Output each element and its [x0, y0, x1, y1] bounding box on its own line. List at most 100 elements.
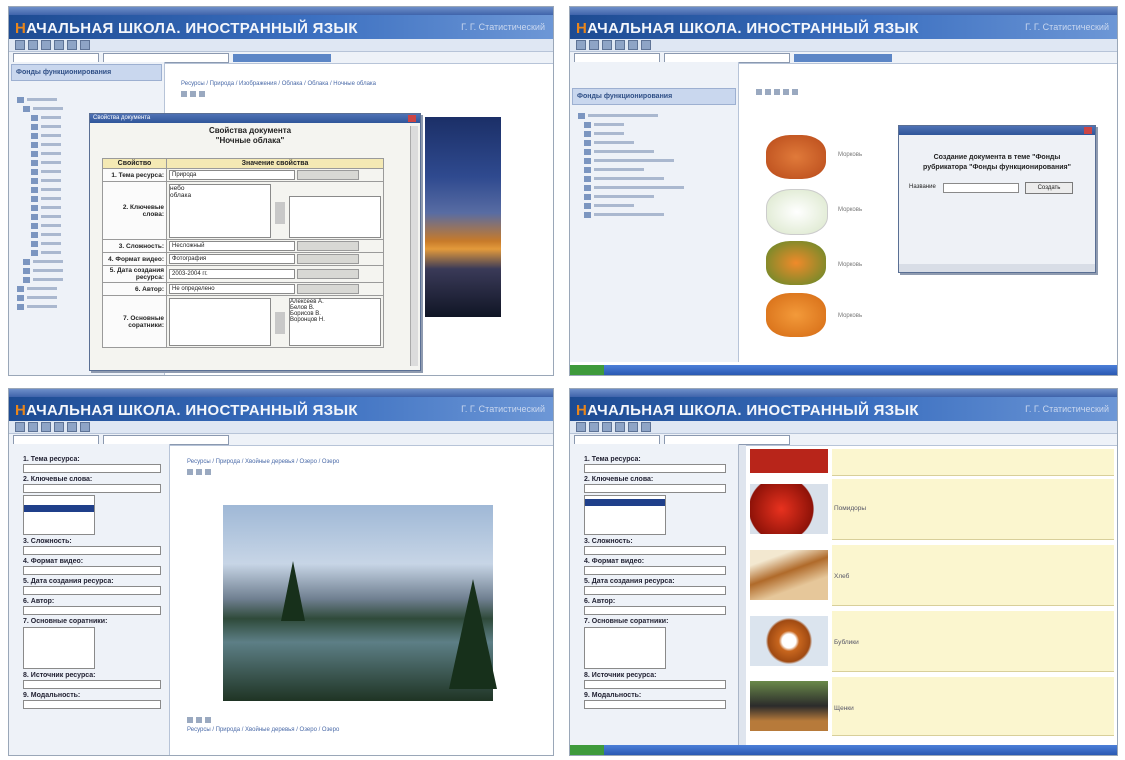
form-select[interactable] — [584, 464, 726, 473]
catalog-select[interactable] — [13, 52, 99, 63]
list-row[interactable] — [832, 611, 1114, 672]
list-row[interactable] — [832, 479, 1114, 540]
move-arrow-icon[interactable] — [275, 311, 285, 334]
list-item[interactable]: небо — [170, 185, 270, 192]
close-icon[interactable] — [408, 115, 416, 122]
back-icon[interactable] — [576, 40, 586, 50]
form-select[interactable] — [584, 680, 726, 689]
title-input[interactable] — [943, 183, 1019, 193]
info-icon[interactable] — [205, 469, 211, 475]
catalog-select[interactable] — [13, 434, 99, 445]
forward-icon[interactable] — [28, 422, 38, 432]
move-arrow-icon[interactable] — [275, 201, 285, 224]
list-row[interactable] — [832, 545, 1114, 606]
form-select[interactable] — [23, 680, 161, 689]
tree-item[interactable] — [584, 147, 738, 156]
choose-button[interactable] — [296, 284, 359, 294]
forward-icon[interactable] — [28, 40, 38, 50]
catalog-select[interactable] — [574, 52, 660, 63]
copy-icon[interactable] — [783, 89, 789, 95]
edit-icon[interactable] — [187, 717, 193, 723]
home-icon[interactable] — [615, 40, 625, 50]
form-select[interactable] — [23, 566, 161, 575]
home-icon[interactable] — [54, 422, 64, 432]
tree-item[interactable] — [584, 120, 738, 129]
search-icon[interactable] — [602, 422, 612, 432]
form-select[interactable] — [584, 586, 726, 595]
settings-icon[interactable] — [641, 40, 651, 50]
list-item[interactable]: облака — [170, 192, 270, 199]
section-select[interactable] — [103, 52, 229, 63]
tree-item[interactable] — [584, 174, 738, 183]
author-select[interactable]: Не определено — [169, 284, 295, 294]
start-button[interactable] — [570, 365, 604, 375]
search-icon[interactable] — [602, 40, 612, 50]
form-select[interactable] — [584, 700, 726, 709]
tree-item[interactable] — [17, 95, 164, 104]
tree-item[interactable] — [584, 156, 738, 165]
forward-icon[interactable] — [589, 422, 599, 432]
format-select[interactable]: Фотография — [169, 254, 295, 264]
tree-item[interactable] — [584, 138, 738, 147]
list-item[interactable]: Воронцов Н. — [290, 317, 380, 323]
form-select[interactable] — [584, 566, 726, 575]
topic-select[interactable]: Природа — [169, 170, 295, 180]
tree-item[interactable] — [23, 104, 164, 113]
search-icon[interactable] — [41, 40, 51, 50]
list-row[interactable] — [832, 677, 1114, 736]
back-icon[interactable] — [15, 422, 25, 432]
settings-icon[interactable] — [641, 422, 651, 432]
tree-item[interactable] — [584, 183, 738, 192]
edit-icon[interactable] — [187, 469, 193, 475]
view-icon[interactable] — [765, 89, 771, 95]
keywords-listbox[interactable] — [23, 495, 95, 535]
tree-item[interactable] — [584, 192, 738, 201]
print-icon[interactable] — [67, 40, 77, 50]
view-icon[interactable] — [196, 469, 202, 475]
catalog-select[interactable] — [574, 434, 660, 445]
view-icon[interactable] — [190, 91, 196, 97]
home-icon[interactable] — [54, 40, 64, 50]
coauthors-listbox[interactable] — [23, 627, 95, 669]
tree-item[interactable] — [584, 129, 738, 138]
tab-button[interactable] — [233, 53, 331, 62]
edit-icon[interactable] — [181, 91, 187, 97]
form-select[interactable] — [23, 464, 161, 473]
view-icon[interactable] — [196, 717, 202, 723]
home-icon[interactable] — [615, 422, 625, 432]
tree-item[interactable] — [578, 111, 738, 120]
print-icon[interactable] — [628, 422, 638, 432]
print-icon[interactable] — [67, 422, 77, 432]
dialog-scrollbar[interactable] — [410, 126, 418, 366]
section-select[interactable] — [103, 434, 229, 445]
tab-button[interactable] — [794, 53, 892, 62]
keywords-listbox[interactable] — [584, 495, 666, 535]
tree-item[interactable] — [584, 201, 738, 210]
start-button[interactable] — [570, 745, 604, 755]
choose-button[interactable] — [296, 241, 359, 251]
form-select[interactable] — [23, 546, 161, 555]
coauthors-listbox[interactable] — [169, 297, 271, 346]
section-select[interactable] — [664, 52, 790, 63]
back-icon[interactable] — [15, 40, 25, 50]
choose-button[interactable] — [296, 170, 359, 180]
info-icon[interactable] — [774, 89, 780, 95]
complexity-select[interactable]: Несложный — [169, 241, 295, 251]
back-icon[interactable] — [576, 422, 586, 432]
create-button[interactable]: Создать — [1025, 182, 1073, 194]
list-scrollbar[interactable] — [738, 445, 746, 745]
form-select[interactable] — [23, 606, 161, 615]
keyword-input[interactable] — [23, 484, 161, 493]
section-select[interactable] — [664, 434, 790, 445]
keyword-input[interactable] — [584, 484, 726, 493]
form-select[interactable] — [23, 700, 161, 709]
settings-icon[interactable] — [80, 40, 90, 50]
date-select[interactable]: 2003-2004 гг. — [169, 269, 295, 279]
selected-coauthors-listbox[interactable]: Алексеев А. Белов В. Борисов В. Воронцов… — [289, 297, 381, 346]
edit-icon[interactable] — [756, 89, 762, 95]
tree-item[interactable] — [584, 210, 738, 219]
choose-button[interactable] — [296, 254, 359, 264]
sidebar-heading[interactable]: Фонды функционирования — [572, 88, 736, 105]
form-select[interactable] — [23, 586, 161, 595]
selected-keywords-listbox[interactable] — [289, 195, 381, 238]
